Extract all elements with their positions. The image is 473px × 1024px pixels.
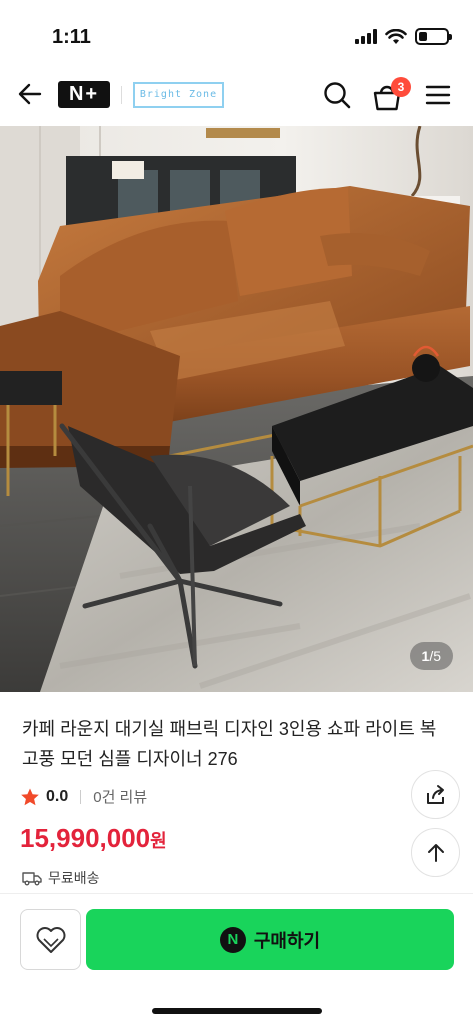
- price-value: 15,990,000: [20, 823, 151, 853]
- battery-icon: [415, 28, 452, 45]
- price-unit: 원: [150, 831, 167, 851]
- review-count[interactable]: 0건 리뷰: [93, 786, 147, 807]
- cart-button[interactable]: 3: [370, 77, 411, 113]
- naver-plus-logo[interactable]: N+: [58, 81, 110, 108]
- back-button[interactable]: [16, 80, 44, 108]
- wifi-icon: [385, 28, 407, 44]
- share-icon: [426, 784, 444, 804]
- status-bar: 1:11: [0, 0, 473, 62]
- rating-divider: [80, 789, 82, 804]
- signal-icon: [355, 29, 377, 44]
- bottom-action-bar: N 구매하기: [0, 893, 473, 1024]
- product-price: 15,990,000원: [20, 823, 167, 854]
- product-image[interactable]: 1/5: [0, 126, 473, 692]
- menu-button[interactable]: [424, 82, 452, 108]
- menu-icon: [425, 85, 451, 105]
- shipping-label: 무료배송: [48, 870, 100, 886]
- naver-pay-icon: N: [219, 926, 246, 953]
- status-icons: [355, 28, 452, 45]
- rating-row[interactable]: 0.0 0건 리뷰: [20, 786, 147, 807]
- search-button[interactable]: [322, 80, 352, 110]
- status-time: 1:11: [52, 26, 91, 48]
- search-icon: [324, 82, 351, 109]
- rating-value: 0.0: [46, 787, 69, 805]
- cart-count-badge: 3: [391, 77, 411, 97]
- store-logo[interactable]: Bright Zone: [133, 82, 224, 108]
- sofa-photo: [0, 126, 473, 692]
- app-header: N+ Bright Zone 3: [0, 62, 473, 126]
- truck-icon: [22, 872, 42, 886]
- star-icon: [21, 788, 39, 805]
- wishlist-button[interactable]: [20, 909, 81, 970]
- image-counter: 1/5: [409, 642, 453, 670]
- heart-icon: [36, 926, 65, 953]
- share-button[interactable]: [411, 770, 460, 819]
- scroll-top-button[interactable]: [411, 828, 460, 877]
- back-arrow-icon: [18, 83, 42, 105]
- shipping-info: 무료배송: [22, 868, 100, 888]
- arrow-up-icon: [427, 843, 444, 862]
- home-indicator: [152, 1008, 322, 1014]
- product-title: 카페 라운지 대기실 패브릭 디자인 3인용 쇼파 라이트 복고풍 모던 심플 …: [22, 719, 437, 769]
- header-divider: [121, 86, 122, 104]
- buy-button-label: 구매하기: [253, 930, 321, 951]
- buy-button[interactable]: N 구매하기: [86, 909, 454, 970]
